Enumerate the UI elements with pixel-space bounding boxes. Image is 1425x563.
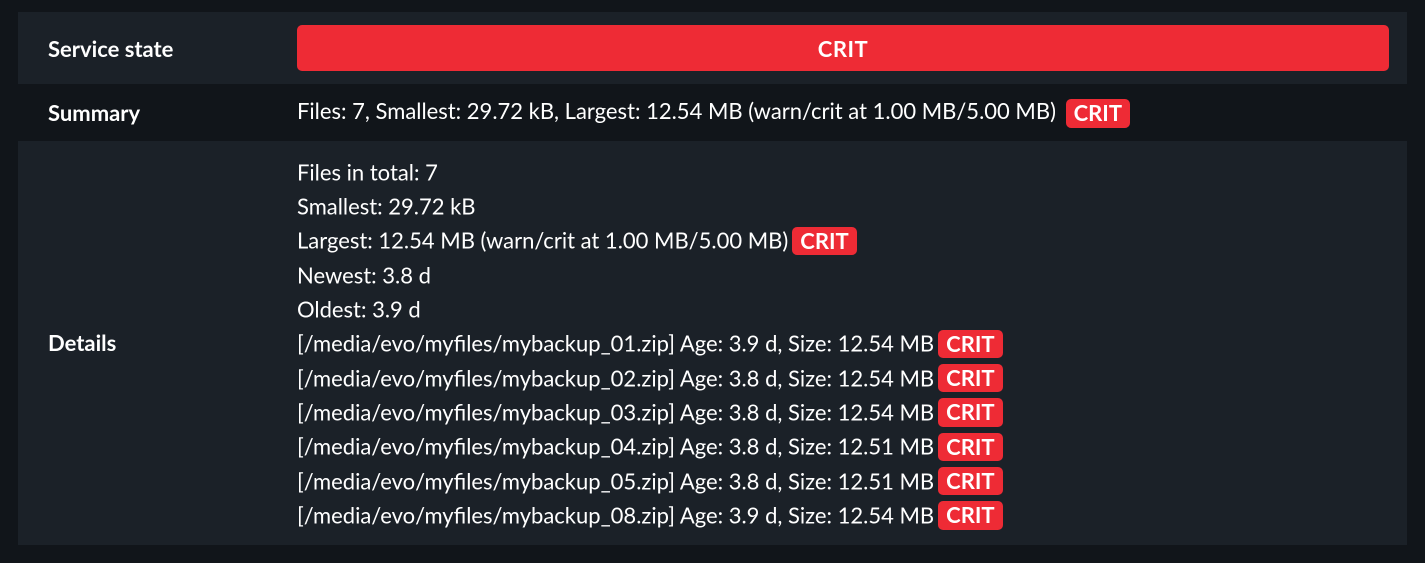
details-line-f1: [/media/evo/myfiles/mybackup_02.zip] Age… <box>297 360 1003 394</box>
details-line-text: [/media/evo/myfiles/mybackup_01.zip] Age… <box>297 330 934 357</box>
details-crit-badge: CRIT <box>938 501 1002 529</box>
details-crit-badge: CRIT <box>938 433 1002 461</box>
details-line-text: Files in total: 7 <box>297 158 438 185</box>
details-line-text: Oldest: 3.9 d <box>297 295 421 322</box>
details-line-f3: [/media/evo/myfiles/mybackup_04.zip] Age… <box>297 428 1003 462</box>
summary-text: Files: 7, Smallest: 29.72 kB, Largest: 1… <box>297 97 1130 128</box>
details-line-f2: [/media/evo/myfiles/mybackup_03.zip] Age… <box>297 394 1003 428</box>
details-line-text: [/media/evo/myfiles/mybackup_08.zip] Age… <box>297 502 934 529</box>
details-line-h4: Oldest: 3.9 d <box>297 291 1003 325</box>
details-block: Files in total: 7 Smallest: 29.72 kB Large… <box>297 154 1003 532</box>
value-service-state: CRIT <box>283 12 1407 84</box>
details-line-f5: [/media/evo/myfiles/mybackup_08.zip] Age… <box>297 497 1003 531</box>
label-details: Details <box>18 141 283 545</box>
details-crit-badge: CRIT <box>938 330 1002 358</box>
summary-crit-badge: CRIT <box>1066 99 1130 127</box>
service-status-panel: Service state CRIT Summary Files: 7, Sma… <box>0 0 1425 563</box>
details-crit-badge: CRIT <box>938 364 1002 392</box>
details-crit-badge: CRIT <box>792 227 856 255</box>
row-service-state: Service state CRIT <box>18 12 1407 84</box>
details-line-text: [/media/evo/myfiles/mybackup_04.zip] Age… <box>297 433 934 460</box>
details-line-h1: Smallest: 29.72 kB <box>297 188 1003 222</box>
details-line-text: [/media/evo/myfiles/mybackup_02.zip] Age… <box>297 364 934 391</box>
details-line-text: [/media/evo/myfiles/mybackup_03.zip] Age… <box>297 399 934 426</box>
details-line-text: Largest: 12.54 MB (warn/crit at 1.00 MB/… <box>297 227 788 254</box>
details-crit-badge: CRIT <box>938 398 1002 426</box>
value-summary: Files: 7, Smallest: 29.72 kB, Largest: 1… <box>283 84 1407 141</box>
summary-line-text: Files: 7, Smallest: 29.72 kB, Largest: 1… <box>297 97 1056 124</box>
details-line-text: Newest: 3.8 d <box>297 261 431 288</box>
state-bar-crit: CRIT <box>297 25 1389 71</box>
details-crit-badge: CRIT <box>938 467 1002 495</box>
row-summary: Summary Files: 7, Smallest: 29.72 kB, La… <box>18 84 1407 141</box>
details-line-h3: Newest: 3.8 d <box>297 257 1003 291</box>
row-details: Details Files in total: 7 Smallest: 29.72… <box>18 141 1407 545</box>
value-details: Files in total: 7 Smallest: 29.72 kB Large… <box>283 141 1407 545</box>
label-summary: Summary <box>18 84 283 141</box>
label-service-state: Service state <box>18 12 283 84</box>
details-line-text: [/media/evo/myfiles/mybackup_05.zip] Age… <box>297 467 934 494</box>
details-line-h0: Files in total: 7 <box>297 154 1003 188</box>
details-line-text: Smallest: 29.72 kB <box>297 192 476 219</box>
details-line-h2: Largest: 12.54 MB (warn/crit at 1.00 MB/… <box>297 222 1003 256</box>
details-line-f4: [/media/evo/myfiles/mybackup_05.zip] Age… <box>297 463 1003 497</box>
details-line-f0: [/media/evo/myfiles/mybackup_01.zip] Age… <box>297 325 1003 359</box>
